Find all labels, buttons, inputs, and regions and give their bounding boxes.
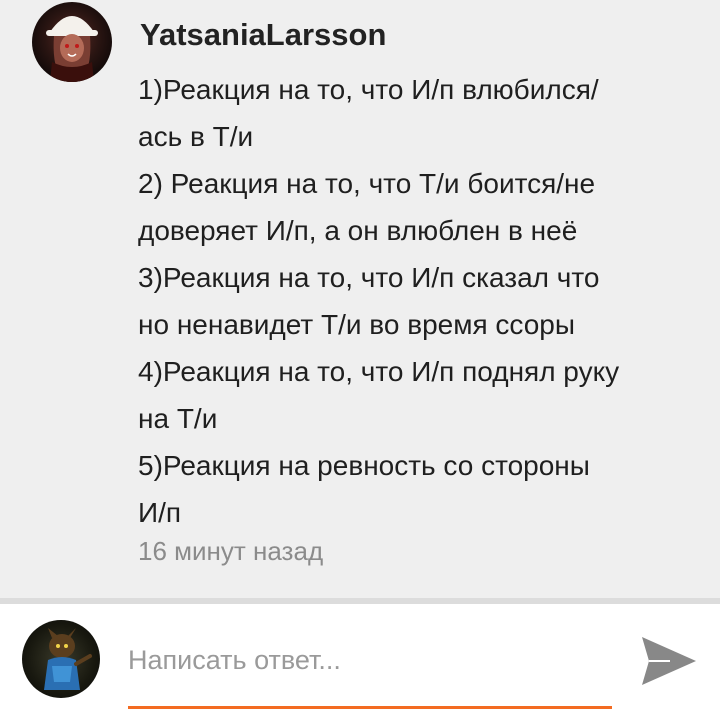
reply-bar	[0, 604, 720, 722]
comment-line: 1)Реакция на то, что И/п влюбился/	[138, 74, 599, 105]
comment-line: И/п	[138, 497, 182, 528]
comment-line: 5)Реакция на ревность со стороны	[138, 450, 590, 481]
send-icon[interactable]	[640, 634, 698, 688]
comment-line: доверяет И/п, а он влюблен в неё	[138, 215, 578, 246]
reply-input-underline	[128, 706, 612, 709]
comment-line: 4)Реакция на то, что И/п поднял руку	[138, 356, 620, 387]
comment-timestamp: 16 минут назад	[138, 536, 324, 566]
user-avatar[interactable]	[22, 620, 100, 698]
comment-line: на Т/и	[138, 403, 218, 434]
author-name[interactable]: YatsaniaLarsson	[140, 17, 386, 53]
comment: YatsaniaLarsson 1)Реакция на то, что И/п…	[0, 0, 720, 598]
comment-line: ась в Т/и	[138, 121, 254, 152]
comment-line: 2) Реакция на то, что Т/и боится/не	[138, 168, 596, 199]
author-avatar[interactable]	[32, 2, 112, 82]
reply-input[interactable]	[128, 640, 612, 680]
comment-line: 3)Реакция на то, что И/п сказал что	[138, 262, 600, 293]
comment-line: но ненавидет Т/и во время ссоры	[138, 309, 575, 340]
comment-body: 1)Реакция на то, что И/п влюбился/ ась в…	[138, 66, 708, 536]
